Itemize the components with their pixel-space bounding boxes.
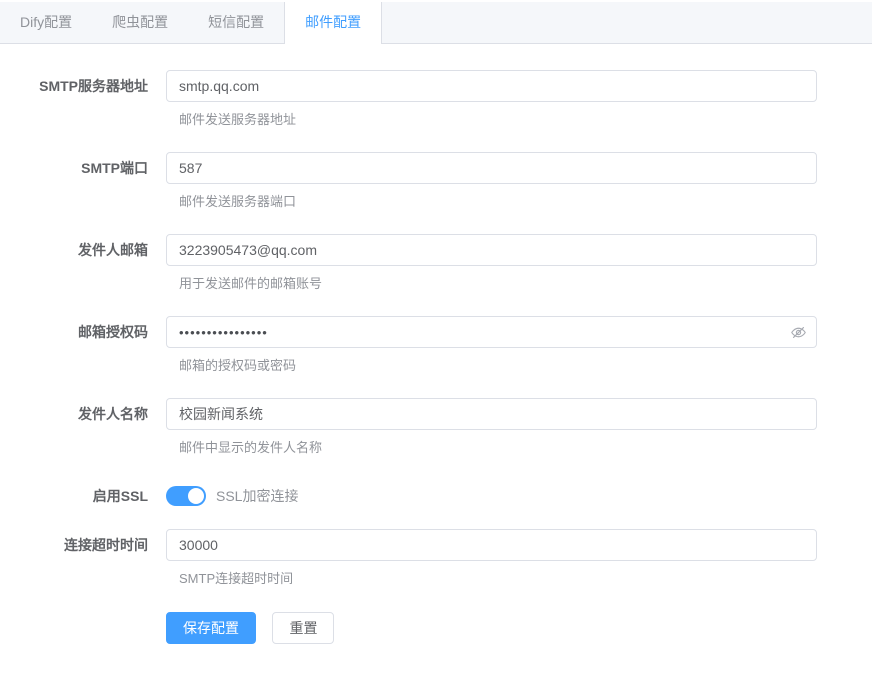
form-field-smtp-port: SMTP端口 邮件发送服务器端口: [0, 152, 872, 210]
sender-email-label: 发件人邮箱: [0, 234, 166, 292]
auth-code-helper: 邮箱的授权码或密码: [166, 357, 817, 374]
timeout-input[interactable]: [166, 529, 817, 561]
smtp-port-input[interactable]: [166, 152, 817, 184]
sender-name-label: 发件人名称: [0, 398, 166, 456]
eye-slash-icon[interactable]: [789, 323, 807, 341]
auth-code-label: 邮箱授权码: [0, 316, 166, 374]
tab-dify-config[interactable]: Dify配置: [0, 2, 92, 43]
enable-ssl-label: 启用SSL: [0, 480, 166, 512]
sender-email-helper: 用于发送邮件的邮箱账号: [166, 275, 817, 292]
smtp-port-label: SMTP端口: [0, 152, 166, 210]
sender-email-input[interactable]: [166, 234, 817, 266]
sender-name-input[interactable]: [166, 398, 817, 430]
smtp-port-helper: 邮件发送服务器端口: [166, 193, 817, 210]
form-field-smtp-host: SMTP服务器地址 邮件发送服务器地址: [0, 70, 872, 128]
form-field-sender-email: 发件人邮箱 用于发送邮件的邮箱账号: [0, 234, 872, 292]
tab-sms-config[interactable]: 短信配置: [188, 2, 284, 43]
sender-name-helper: 邮件中显示的发件人名称: [166, 439, 817, 456]
tab-crawler-config[interactable]: 爬虫配置: [92, 2, 188, 43]
save-button[interactable]: 保存配置: [166, 612, 256, 644]
form-field-auth-code: 邮箱授权码 邮箱的授权码或密码: [0, 316, 872, 374]
form-field-sender-name: 发件人名称 邮件中显示的发件人名称: [0, 398, 872, 456]
reset-button[interactable]: 重置: [272, 612, 334, 644]
ssl-description: SSL加密连接: [216, 486, 298, 506]
auth-code-input[interactable]: [166, 316, 817, 348]
timeout-label: 连接超时时间: [0, 529, 166, 587]
form-actions: 保存配置 重置: [0, 612, 872, 644]
ssl-toggle-knob: [188, 488, 204, 504]
config-tabs: Dify配置 爬虫配置 短信配置 邮件配置: [0, 2, 872, 44]
form-field-enable-ssl: 启用SSL SSL加密连接: [0, 480, 872, 512]
smtp-host-helper: 邮件发送服务器地址: [166, 111, 817, 128]
ssl-toggle[interactable]: [166, 486, 206, 506]
mail-config-form: SMTP服务器地址 邮件发送服务器地址 SMTP端口 邮件发送服务器端口 发件人…: [0, 44, 872, 644]
smtp-host-label: SMTP服务器地址: [0, 70, 166, 128]
timeout-helper: SMTP连接超时时间: [166, 570, 817, 587]
mail-config-page: Dify配置 爬虫配置 短信配置 邮件配置 SMTP服务器地址 邮件发送服务器地…: [0, 2, 872, 644]
smtp-host-input[interactable]: [166, 70, 817, 102]
tab-mail-config[interactable]: 邮件配置: [284, 2, 382, 43]
actions-spacer: [0, 612, 166, 644]
form-field-timeout: 连接超时时间 SMTP连接超时时间: [0, 529, 872, 587]
